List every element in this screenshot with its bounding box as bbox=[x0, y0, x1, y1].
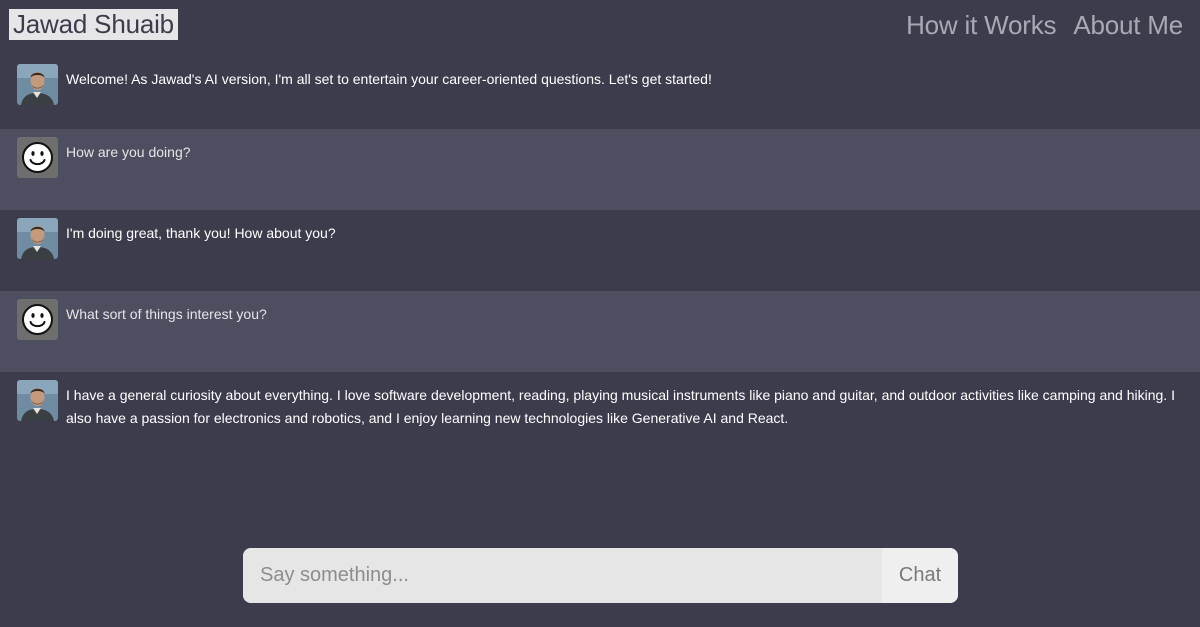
smiley-face-icon bbox=[17, 299, 58, 340]
nav-link-how-it-works[interactable]: How it Works bbox=[906, 10, 1056, 41]
profile-photo-icon bbox=[17, 218, 58, 259]
chat-input[interactable] bbox=[243, 548, 882, 603]
chat-send-button[interactable]: Chat bbox=[882, 548, 958, 603]
top-nav: How it Works About Me bbox=[906, 10, 1183, 41]
message-text: I'm doing great, thank you! How about yo… bbox=[66, 225, 336, 241]
chat-message-ai: I'm doing great, thank you! How about yo… bbox=[0, 210, 1200, 291]
message-text: What sort of things interest you? bbox=[66, 306, 267, 322]
chat-message-ai: Welcome! As Jawad's AI version, I'm all … bbox=[0, 56, 1200, 137]
profile-photo-icon bbox=[17, 64, 58, 105]
nav-link-about-me[interactable]: About Me bbox=[1073, 10, 1183, 41]
header: Jawad Shuaib How it Works About Me bbox=[0, 0, 1200, 56]
chat-message-ai: I have a general curiosity about everyth… bbox=[0, 372, 1200, 453]
smiley-face-icon bbox=[17, 137, 58, 178]
message-text: How are you doing? bbox=[66, 144, 191, 160]
brand-title[interactable]: Jawad Shuaib bbox=[9, 9, 178, 40]
profile-photo-icon bbox=[17, 380, 58, 421]
message-text: I have a general curiosity about everyth… bbox=[66, 387, 1175, 426]
chat-input-bar: Chat bbox=[243, 548, 958, 603]
chat-message-user: How are you doing? bbox=[0, 129, 1200, 210]
chat-message-user: What sort of things interest you? bbox=[0, 291, 1200, 372]
message-text: Welcome! As Jawad's AI version, I'm all … bbox=[66, 71, 712, 87]
